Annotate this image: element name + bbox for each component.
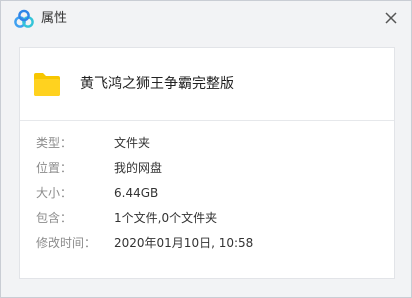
type-value: 文件夹 bbox=[114, 136, 151, 150]
folder-icon bbox=[33, 71, 61, 97]
file-name: 黄飞鸿之狮王争霸完整版 bbox=[80, 76, 234, 92]
property-row-contains: 包含： 1个文件,0个文件夹 bbox=[20, 208, 394, 228]
property-row-modified: 修改时间： 2020年01月10日, 10:58 bbox=[20, 233, 394, 253]
properties-dialog: 属性 黄飞鸿之狮王争霸完整版 类型： 文件夹 位置： 我的网盘 大小： 6.44… bbox=[0, 0, 412, 298]
close-icon bbox=[385, 12, 397, 24]
property-row-size: 大小： 6.44GB bbox=[20, 183, 394, 203]
property-row-location: 位置： 我的网盘 bbox=[20, 158, 394, 178]
location-label: 位置： bbox=[36, 161, 73, 175]
dialog-title: 属性 bbox=[41, 11, 68, 26]
modified-value: 2020年01月10日, 10:58 bbox=[114, 236, 254, 250]
contains-label: 包含： bbox=[36, 211, 73, 225]
location-value: 我的网盘 bbox=[114, 161, 163, 175]
size-value: 6.44GB bbox=[114, 186, 159, 200]
modified-label: 修改时间： bbox=[36, 236, 97, 250]
contains-value: 1个文件,0个文件夹 bbox=[114, 211, 218, 225]
type-label: 类型： bbox=[36, 136, 73, 150]
file-header: 黄飞鸿之狮王争霸完整版 bbox=[20, 48, 394, 121]
close-button[interactable] bbox=[381, 8, 401, 28]
baidu-netdisk-logo-icon bbox=[13, 9, 35, 29]
properties-panel: 黄飞鸿之狮王争霸完整版 类型： 文件夹 位置： 我的网盘 大小： 6.44GB … bbox=[19, 47, 395, 279]
title-bar[interactable]: 属性 bbox=[1, 1, 411, 37]
size-label: 大小： bbox=[36, 186, 73, 200]
property-row-type: 类型： 文件夹 bbox=[20, 133, 394, 153]
